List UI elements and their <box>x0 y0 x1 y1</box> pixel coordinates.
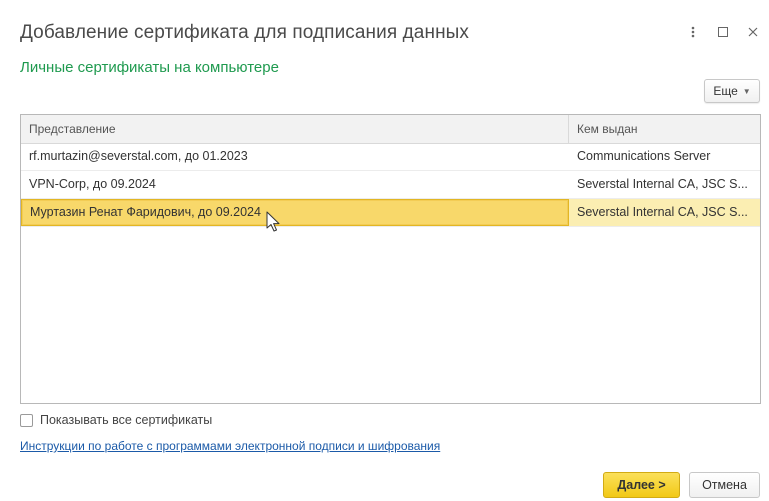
table-row[interactable]: VPN-Corp, до 09.2024 Severstal Internal … <box>21 171 760 199</box>
table-header: Представление Кем выдан <box>21 115 760 144</box>
show-all-label[interactable]: Показывать все сертификаты <box>40 413 212 427</box>
table-row[interactable]: rf.murtazin@severstal.com, до 01.2023 Co… <box>21 143 760 171</box>
instructions-link[interactable]: Инструкции по работе с программами элект… <box>20 439 440 453</box>
table-cell-issuer: Severstal Internal CA, JSC S... <box>577 205 748 219</box>
table-cell-issuer: Severstal Internal CA, JSC S... <box>577 177 748 191</box>
table-cell-issuer: Communications Server <box>577 149 711 163</box>
section-title: Личные сертификаты на компьютере <box>20 59 279 76</box>
table-cell-presentation: Муртазин Ренат Фаридович, до 09.2024 <box>21 199 569 226</box>
more-button[interactable]: Еще ▼ <box>704 79 760 103</box>
close-icon[interactable] <box>747 25 759 39</box>
table-row-selected[interactable]: Муртазин Ренат Фаридович, до 09.2024 Sev… <box>21 199 760 227</box>
cancel-button[interactable]: Отмена <box>689 472 760 498</box>
chevron-down-icon: ▼ <box>742 86 751 96</box>
maximize-icon[interactable] <box>717 25 729 39</box>
show-all-checkbox[interactable] <box>20 413 33 427</box>
next-button[interactable]: Далее > <box>603 472 680 498</box>
column-header-issuer[interactable]: Кем выдан <box>569 115 760 143</box>
show-all-certificates[interactable]: Показывать все сертификаты <box>20 413 212 427</box>
dialog-title: Добавление сертификата для подписания да… <box>20 22 470 43</box>
table-cell-presentation: VPN-Corp, до 09.2024 <box>29 177 156 191</box>
window-controls <box>687 25 759 39</box>
more-vert-icon[interactable] <box>687 25 699 39</box>
certificates-table[interactable]: Представление Кем выдан rf.murtazin@seve… <box>20 114 761 404</box>
mouse-cursor-icon <box>266 211 282 233</box>
column-header-presentation[interactable]: Представление <box>21 115 569 143</box>
table-cell-presentation: rf.murtazin@severstal.com, до 01.2023 <box>29 149 248 163</box>
more-button-label: Еще <box>713 84 738 98</box>
